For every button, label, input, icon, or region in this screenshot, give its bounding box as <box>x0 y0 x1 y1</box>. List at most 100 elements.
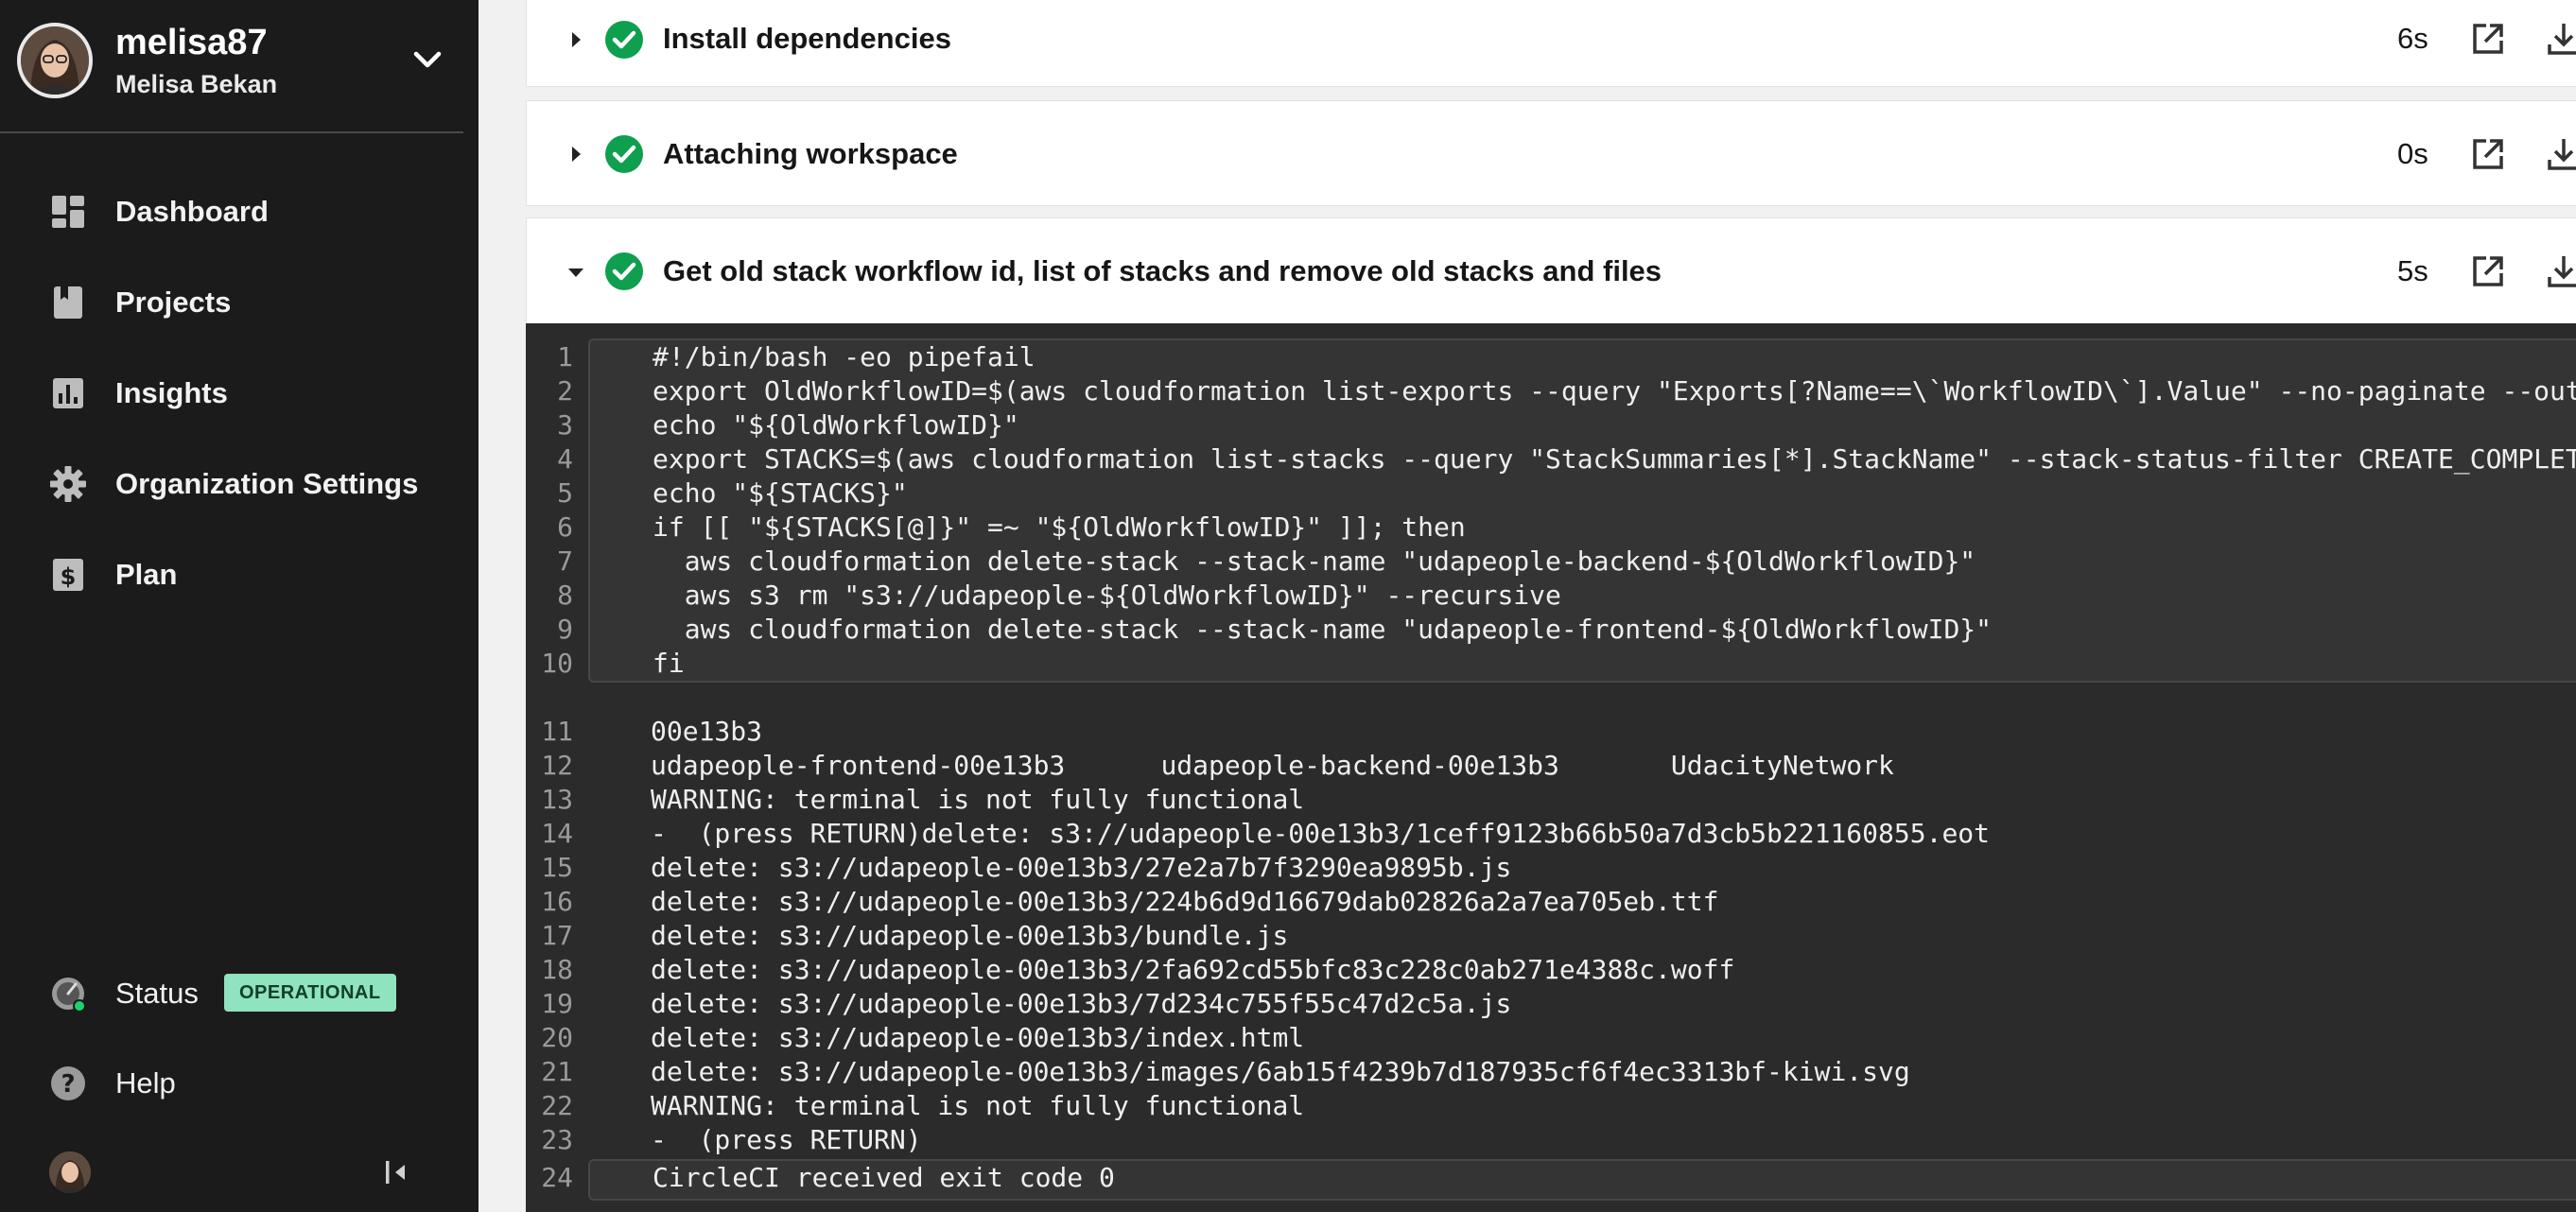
sidebar-item-label: Insights <box>115 376 228 409</box>
line-number: 14 <box>541 818 573 849</box>
open-external-icon[interactable] <box>2469 20 2507 58</box>
line-number: 3 <box>557 409 573 441</box>
step-install-dependencies[interactable]: Install dependencies 6s <box>526 0 2576 87</box>
step-remove-old-stacks[interactable]: Get old stack workflow id, list of stack… <box>526 217 2576 325</box>
line-text: delete: s3://udapeople-00e13b3/27e2a7b7f… <box>651 852 1512 883</box>
sidebar-item-label: Status <box>115 977 199 1010</box>
line-text: WARNING: terminal is not fully functiona… <box>651 784 1305 815</box>
sidebar-item-plan[interactable]: $ Plan <box>0 539 479 607</box>
line-number: 24 <box>541 1162 573 1193</box>
success-check-icon <box>604 20 644 60</box>
success-check-icon <box>604 251 644 291</box>
avatar[interactable] <box>49 1151 91 1193</box>
sidebar-item-label: Dashboard <box>115 195 269 228</box>
sidebar: melisa87 Melisa Bekan Dashboard Projects… <box>0 0 479 1212</box>
user-menu[interactable]: melisa87 Melisa Bekan <box>0 0 479 132</box>
sidebar-item-dashboard[interactable]: Dashboard <box>0 176 479 244</box>
line-text: udapeople-frontend-00e13b3 udapeople-bac… <box>651 750 1894 781</box>
line-text: delete: s3://udapeople-00e13b3/index.htm… <box>651 1022 1305 1053</box>
help-icon: ? <box>49 1065 87 1102</box>
status-gauge-icon <box>49 975 87 1013</box>
step-duration: 6s <box>2397 22 2428 55</box>
line-number: 4 <box>557 443 573 475</box>
dashboard-icon <box>49 193 87 231</box>
line-text: aws cloudformation delete-stack --stack-… <box>653 545 1976 577</box>
line-number: 6 <box>557 511 573 543</box>
sidebar-item-label: Help <box>115 1066 176 1099</box>
line-text: - (press RETURN) <box>651 1124 922 1155</box>
line-text: - (press RETURN)delete: s3://udapeople-0… <box>651 818 1991 849</box>
download-icon[interactable] <box>2545 135 2576 173</box>
projects-icon <box>49 284 87 321</box>
line-number: 17 <box>541 920 573 951</box>
success-check-icon <box>604 134 644 174</box>
chevron-down-icon[interactable] <box>407 42 448 79</box>
line-text: CircleCI received exit code 0 <box>653 1162 1115 1193</box>
step-title: Attaching workspace <box>663 137 958 170</box>
line-number: 7 <box>557 545 573 577</box>
open-external-icon[interactable] <box>2469 252 2507 290</box>
sidebar-item-insights[interactable]: Insights <box>0 357 479 425</box>
line-text: delete: s3://udapeople-00e13b3/bundle.js <box>651 920 1289 951</box>
line-text: #!/bin/bash -eo pipefail <box>653 341 1036 372</box>
line-text: aws s3 rm "s3://udapeople-${OldWorkflowI… <box>653 580 1561 611</box>
line-text: if [[ "${STACKS[@]}" =~ "${OldWorkflowID… <box>653 511 1466 543</box>
caret-right-icon[interactable] <box>565 28 587 51</box>
main-content: Install dependencies 6s Attaching worksp… <box>479 0 2576 1212</box>
line-text: export OldWorkflowID=$(aws cloudformatio… <box>653 375 2576 407</box>
terminal-output[interactable]: 1 #!/bin/bash -eo pipefail 2 export OldWor… <box>526 323 2576 1212</box>
plan-icon: $ <box>49 556 87 594</box>
line-number: 21 <box>541 1056 573 1087</box>
line-text: delete: s3://udapeople-00e13b3/2fa692cd5… <box>651 954 1735 985</box>
sidebar-item-organization-settings[interactable]: Organization Settings <box>0 448 479 516</box>
sidebar-item-label: Plan <box>115 558 178 591</box>
status-badge: OPERATIONAL <box>224 974 396 1012</box>
step-duration: 5s <box>2397 254 2428 287</box>
collapse-sidebar-icon[interactable] <box>378 1155 412 1189</box>
line-number: 13 <box>541 784 573 815</box>
username: melisa87 <box>115 23 268 62</box>
insights-icon <box>49 374 87 412</box>
line-number: 15 <box>541 852 573 883</box>
line-number: 10 <box>541 648 573 679</box>
line-number: 8 <box>557 580 573 611</box>
line-text: WARNING: terminal is not fully functiona… <box>651 1090 1305 1121</box>
sidebar-divider <box>0 131 463 133</box>
line-text: echo "${OldWorkflowID}" <box>653 409 1019 441</box>
svg-text:$: $ <box>61 563 77 590</box>
line-text: 00e13b3 <box>651 716 763 747</box>
line-number: 16 <box>541 886 573 917</box>
line-number: 9 <box>557 614 573 645</box>
line-text: aws cloudformation delete-stack --stack-… <box>653 614 1993 645</box>
line-text: delete: s3://udapeople-00e13b3/images/6a… <box>651 1056 1910 1087</box>
user-full-name: Melisa Bekan <box>115 70 278 98</box>
line-number: 1 <box>557 341 573 372</box>
line-number: 5 <box>557 477 573 509</box>
line-text: delete: s3://udapeople-00e13b3/7d234c755… <box>651 988 1512 1019</box>
svg-text:?: ? <box>61 1070 75 1099</box>
avatar[interactable] <box>17 23 93 98</box>
line-text: fi <box>653 648 685 679</box>
step-title: Install dependencies <box>663 22 951 55</box>
line-number: 18 <box>541 954 573 985</box>
download-icon[interactable] <box>2545 20 2576 58</box>
line-number: 20 <box>541 1022 573 1053</box>
download-icon[interactable] <box>2545 252 2576 290</box>
line-number: 2 <box>557 375 573 407</box>
line-text: export STACKS=$(aws cloudformation list-… <box>653 443 2576 475</box>
line-number: 11 <box>541 716 573 747</box>
sidebar-item-help[interactable]: ? Help <box>0 1048 479 1116</box>
gear-icon <box>49 465 87 503</box>
step-duration: 0s <box>2397 137 2428 170</box>
line-text: echo "${STACKS}" <box>653 477 908 509</box>
open-external-icon[interactable] <box>2469 135 2507 173</box>
caret-right-icon[interactable] <box>565 143 587 165</box>
line-number: 22 <box>541 1090 573 1121</box>
step-title: Get old stack workflow id, list of stack… <box>663 254 1662 287</box>
step-attaching-workspace[interactable]: Attaching workspace 0s <box>526 100 2576 206</box>
caret-down-icon[interactable] <box>565 261 587 284</box>
sidebar-item-label: Organization Settings <box>115 467 419 500</box>
sidebar-item-projects[interactable]: Projects <box>0 267 479 335</box>
line-number: 12 <box>541 750 573 781</box>
line-number: 23 <box>541 1124 573 1155</box>
